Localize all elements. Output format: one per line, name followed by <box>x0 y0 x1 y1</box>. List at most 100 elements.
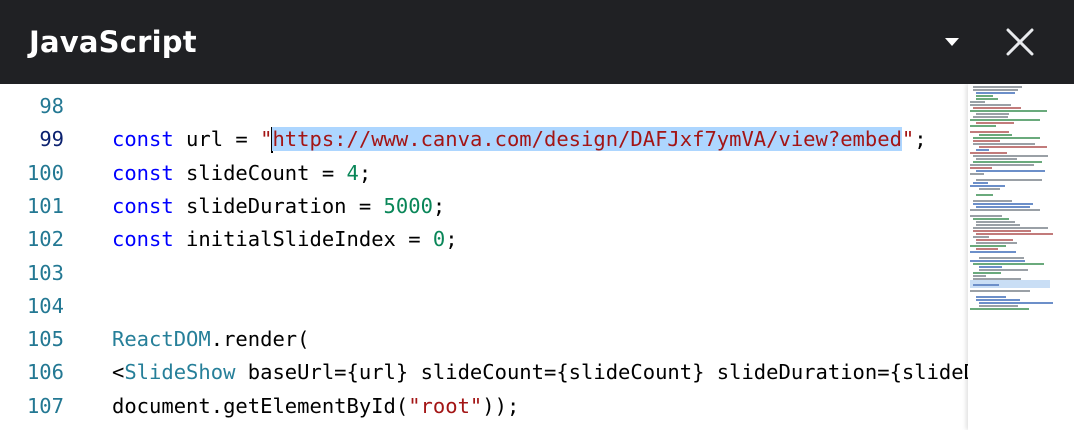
minimap-line <box>970 209 1040 211</box>
code-token: url = <box>173 127 261 152</box>
minimap-line <box>979 146 1047 148</box>
code-token: const <box>112 160 174 185</box>
minimap-line <box>976 122 1014 124</box>
code-token: baseUrl={url} slideCount={slideCount} sl… <box>247 360 968 385</box>
code-token: https://www.canva.com/design/DAFJxf7ymVA… <box>272 127 902 152</box>
minimap-line <box>970 167 992 169</box>
minimap-line <box>976 248 998 250</box>
code-token: 4 <box>346 160 359 185</box>
code-line: const url = "https://www.canva.com/desig… <box>112 123 927 156</box>
line-number: 99 <box>39 127 64 152</box>
minimap-line <box>976 95 993 97</box>
minimap-line <box>970 104 1011 106</box>
code-token: slideDuration = <box>173 193 384 218</box>
code-token: ; <box>445 227 458 252</box>
code-token: ; <box>914 127 927 152</box>
close-icon[interactable] <box>1000 22 1040 62</box>
minimap-line <box>976 113 1009 115</box>
line-number: 107 <box>26 393 64 418</box>
minimap-line <box>979 302 1053 304</box>
caret-down-icon[interactable] <box>936 30 968 54</box>
line-number: 105 <box>26 327 64 352</box>
minimap-line <box>976 239 1013 241</box>
minimap-line <box>976 299 1020 301</box>
minimap-line <box>979 134 1012 136</box>
minimap-line <box>976 158 1017 160</box>
minimap-line <box>970 290 1030 292</box>
code-token: < <box>112 360 125 385</box>
code-editor[interactable]: 98 99 100 101 102 103 104 105 106 107 const url =… <box>0 84 1074 430</box>
minimap-line <box>976 194 993 196</box>
minimap-line <box>979 257 1024 259</box>
code-token: " <box>901 127 915 152</box>
code-token: 5000 <box>383 193 433 218</box>
modal-header: JavaScript <box>0 0 1074 84</box>
minimap-line <box>970 164 1034 166</box>
minimap-line <box>970 251 1016 253</box>
language-title: JavaScript <box>29 25 197 59</box>
code-text-area[interactable]: const url = "https://www.canva.com/desig… <box>112 84 968 430</box>
minimap-line <box>970 125 996 127</box>
minimap-line <box>973 275 986 277</box>
minimap-line <box>970 308 1029 310</box>
minimap-line <box>970 101 985 103</box>
minimap-line <box>976 170 1045 172</box>
code-token: ; <box>358 160 372 185</box>
minimap-line <box>970 215 1002 217</box>
code-token: initialSlideIndex = <box>173 227 433 252</box>
code-line: const slideCount = 4; <box>112 157 371 190</box>
minimap-line <box>976 149 989 151</box>
minimap-line <box>979 269 1028 271</box>
code-token: ReactDOM <box>112 327 211 352</box>
minimap-line <box>970 245 1006 247</box>
minimap-line <box>973 143 1035 145</box>
minimap-line <box>970 185 1005 187</box>
code-token: slideCount = <box>173 160 347 185</box>
minimap-line <box>976 221 1015 223</box>
minimap-line <box>973 86 1022 88</box>
minimap-line <box>970 152 1007 154</box>
minimap-line <box>976 224 1020 226</box>
line-number: 102 <box>26 227 64 252</box>
code-line: <SlideShow baseUrl={url} slideCount={sli… <box>112 356 968 389</box>
minimap-line <box>973 284 999 286</box>
minimap-line <box>979 266 1002 268</box>
minimap-line <box>973 227 1048 229</box>
minimap-line <box>970 173 984 175</box>
minimap-line <box>976 179 1042 181</box>
line-number: 101 <box>26 193 64 218</box>
minimap-line <box>973 107 1021 109</box>
code-token: ; <box>432 193 446 218</box>
minimap-line <box>970 260 1025 262</box>
minimap-line <box>973 272 1001 274</box>
line-number: 103 <box>26 260 64 285</box>
line-number-gutter: 98 99 100 101 102 103 104 105 106 107 <box>0 84 90 430</box>
code-minimap[interactable] <box>968 84 1074 430</box>
minimap-line <box>973 278 1021 280</box>
code-token: "root" <box>408 393 483 418</box>
code-token: document.getElementById( <box>112 393 409 418</box>
minimap-line <box>973 155 1048 157</box>
code-line: document.getElementById("root")); <box>112 390 519 423</box>
code-token: const <box>112 127 174 152</box>
minimap-line <box>973 236 989 238</box>
minimap-line <box>973 200 1012 202</box>
code-token: .render( <box>210 327 310 352</box>
code-line: ReactDOM.render( <box>112 323 310 356</box>
code-line: const slideDuration = 5000; <box>112 190 445 223</box>
code-token: )); <box>482 393 520 418</box>
minimap-line <box>979 188 1000 190</box>
minimap-line <box>973 218 1009 220</box>
minimap-line <box>973 161 1042 163</box>
code-token: 0 <box>432 227 446 252</box>
minimap-line <box>976 296 1006 298</box>
minimap-line <box>973 230 1031 232</box>
line-number: 98 <box>39 94 64 118</box>
minimap-line <box>976 206 1030 208</box>
minimap-line <box>976 233 1053 235</box>
minimap-line <box>970 110 1047 112</box>
minimap-line <box>973 137 1040 139</box>
minimap-line <box>976 242 1017 244</box>
minimap-line <box>973 182 988 184</box>
minimap-line <box>973 263 1044 265</box>
